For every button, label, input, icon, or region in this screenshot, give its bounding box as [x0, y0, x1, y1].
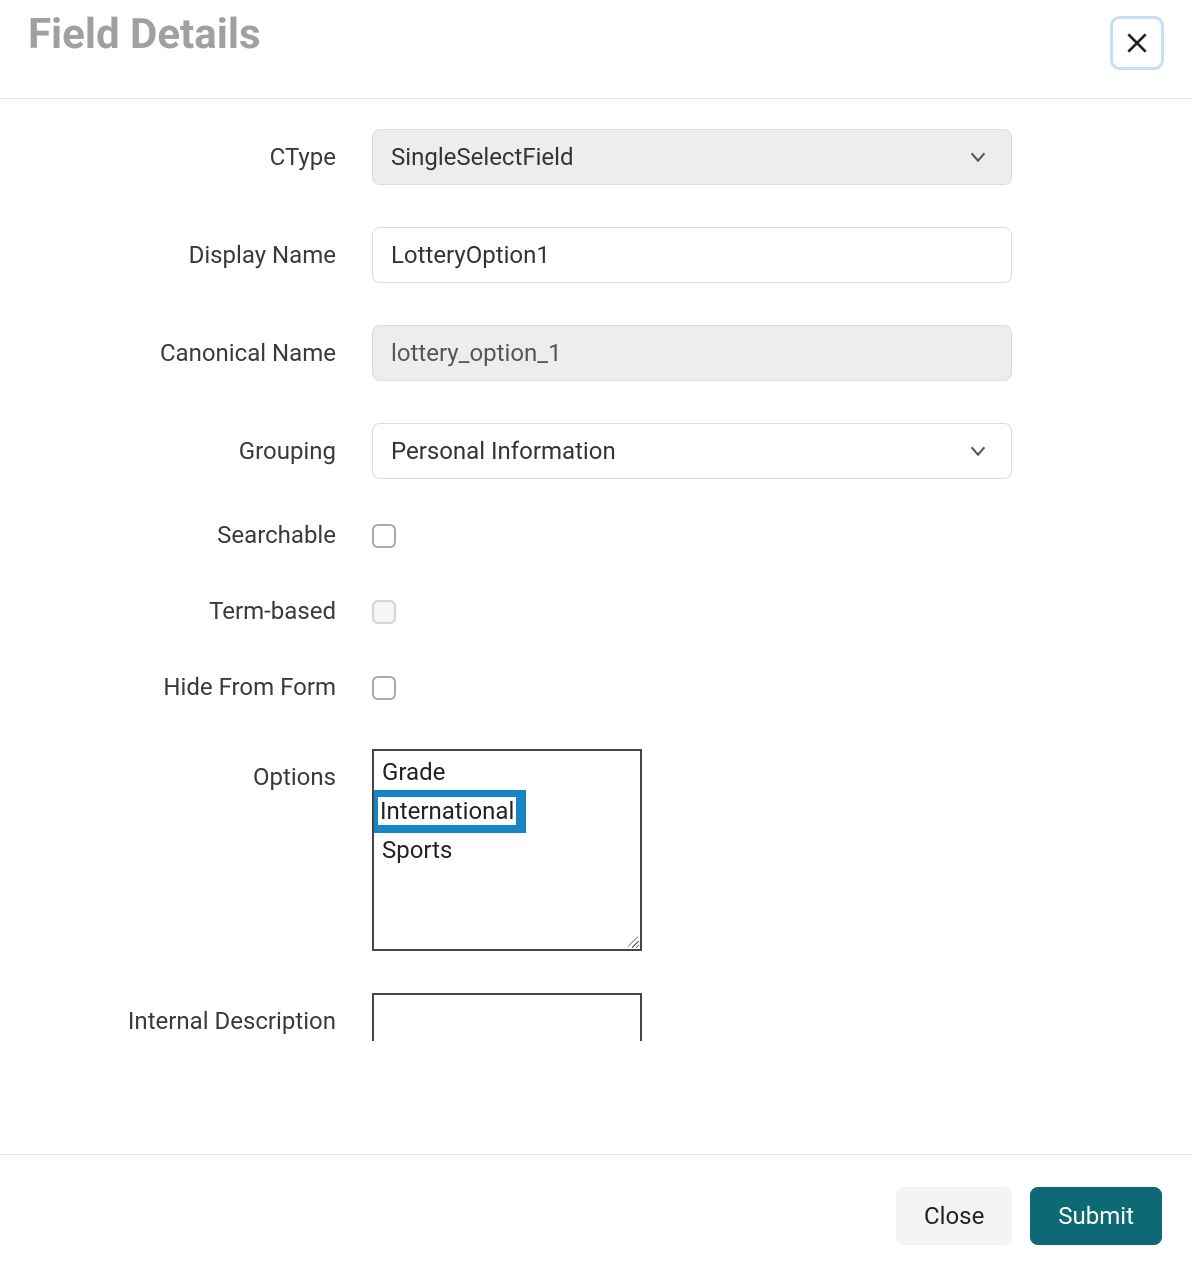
form-body: CType SingleSelectField Display Name Can…: [0, 99, 1192, 1161]
grouping-select[interactable]: Personal Information: [372, 423, 1012, 479]
row-display-name: Display Name: [28, 227, 1164, 283]
label-term-based: Term-based: [28, 597, 372, 625]
close-button[interactable]: Close: [896, 1187, 1012, 1245]
grouping-value: Personal Information: [391, 437, 616, 465]
term-based-checkbox: [372, 600, 396, 624]
canonical-name-input: [372, 325, 1012, 381]
row-hide-from-form: Hide From Form: [28, 673, 1164, 701]
row-internal-description: Internal Description: [28, 993, 1164, 1041]
option-line[interactable]: Grade: [376, 755, 451, 790]
modal-footer: Close Submit: [0, 1154, 1192, 1276]
modal-header: Field Details: [0, 0, 1192, 99]
close-icon-button[interactable]: [1110, 16, 1164, 70]
searchable-checkbox[interactable]: [372, 524, 396, 548]
hide-from-form-checkbox[interactable]: [372, 676, 396, 700]
display-name-input[interactable]: [372, 227, 1012, 283]
label-ctype: CType: [28, 129, 372, 171]
submit-button[interactable]: Submit: [1030, 1187, 1162, 1245]
row-ctype: CType SingleSelectField: [28, 129, 1164, 185]
close-icon: [1124, 30, 1150, 56]
option-line[interactable]: International: [372, 790, 526, 833]
label-canonical-name: Canonical Name: [28, 325, 372, 367]
ctype-select[interactable]: SingleSelectField: [372, 129, 1012, 185]
row-options: Options GradeInternationalSports: [28, 749, 1164, 951]
chevron-down-icon: [967, 146, 989, 168]
row-grouping: Grouping Personal Information: [28, 423, 1164, 479]
label-grouping: Grouping: [28, 423, 372, 465]
label-display-name: Display Name: [28, 227, 372, 269]
row-searchable: Searchable: [28, 521, 1164, 549]
resize-handle-icon: [624, 933, 638, 947]
ctype-value: SingleSelectField: [391, 143, 574, 171]
label-searchable: Searchable: [28, 521, 372, 549]
label-options: Options: [28, 749, 372, 791]
option-line[interactable]: Sports: [376, 833, 458, 868]
label-internal-description: Internal Description: [28, 993, 372, 1035]
internal-description-textarea[interactable]: [372, 993, 642, 1041]
label-hide-from-form: Hide From Form: [28, 673, 372, 701]
page-title: Field Details: [28, 10, 261, 59]
row-canonical-name: Canonical Name: [28, 325, 1164, 381]
options-textarea[interactable]: GradeInternationalSports: [372, 749, 642, 951]
row-term-based: Term-based: [28, 597, 1164, 625]
chevron-down-icon: [967, 440, 989, 462]
